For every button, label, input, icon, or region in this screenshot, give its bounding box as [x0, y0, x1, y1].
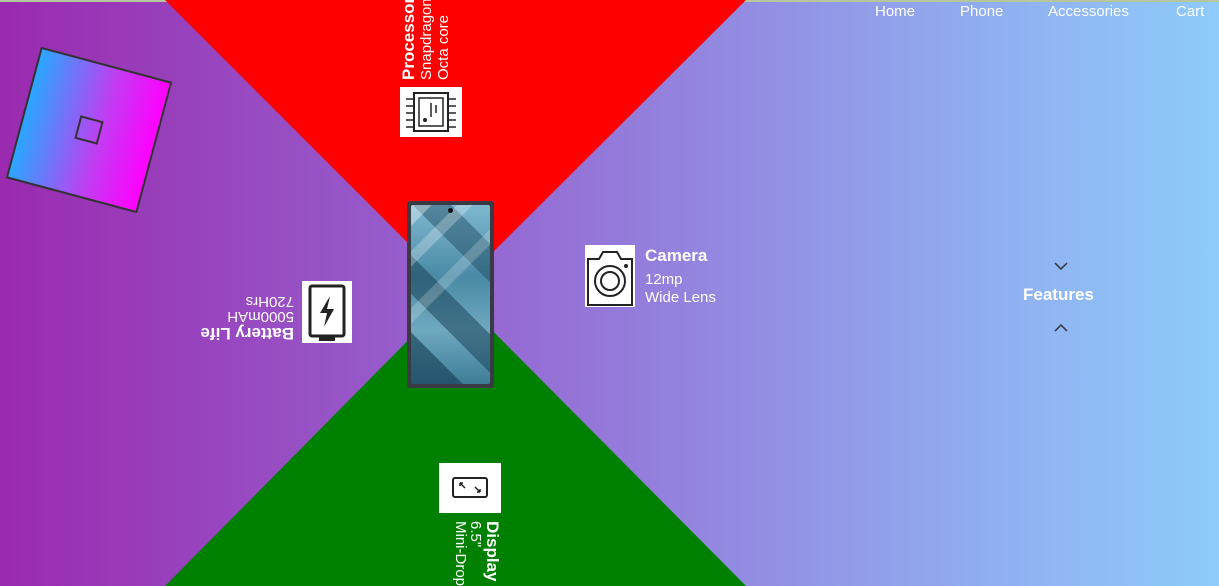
processor-line-1: Snapdragon — [418, 0, 435, 80]
camera-text: Camera 12mp Wide Lens — [645, 247, 716, 307]
battery-text: Battery Life 5000mAH 720Hrs — [200, 293, 294, 343]
phone-image — [407, 201, 494, 388]
camera-line-1: 12mp — [645, 271, 683, 288]
battery-title: Battery Life — [200, 324, 294, 343]
processor-title: Processor — [399, 0, 418, 80]
nav-home[interactable]: Home — [875, 3, 915, 20]
nav-cart[interactable]: Cart — [1176, 3, 1204, 20]
battery-line-1: 5000mAH — [227, 308, 294, 325]
camera-title: Camera — [645, 246, 708, 265]
processor-line-2: Octa core — [435, 14, 452, 80]
phone-screen — [411, 205, 490, 384]
chevron-down-icon[interactable] — [1053, 258, 1069, 276]
battery-line-2: 720Hrs — [245, 293, 294, 310]
display-line-2: Mini-Drop — [452, 521, 469, 586]
display-line-1: 6.5" — [467, 521, 484, 548]
battery-charging-icon — [302, 281, 352, 343]
expand-screen-icon — [439, 463, 501, 513]
chevron-up-icon[interactable] — [1053, 320, 1069, 338]
cpu-chip-icon — [400, 87, 462, 137]
nav-phone[interactable]: Phone — [960, 3, 1003, 20]
camera-icon — [585, 245, 635, 307]
camera-line-2: Wide Lens — [645, 289, 716, 306]
logo-inner-square — [74, 115, 104, 145]
display-text: Display 6.5" Mini-Drop — [452, 521, 502, 586]
processor-text: Processor Snapdragon Octa core — [399, 0, 452, 80]
nav-accessories[interactable]: Accessories — [1048, 3, 1129, 20]
front-camera-dot — [448, 208, 453, 213]
features-label: Features — [1023, 285, 1094, 304]
display-title: Display — [483, 521, 502, 582]
